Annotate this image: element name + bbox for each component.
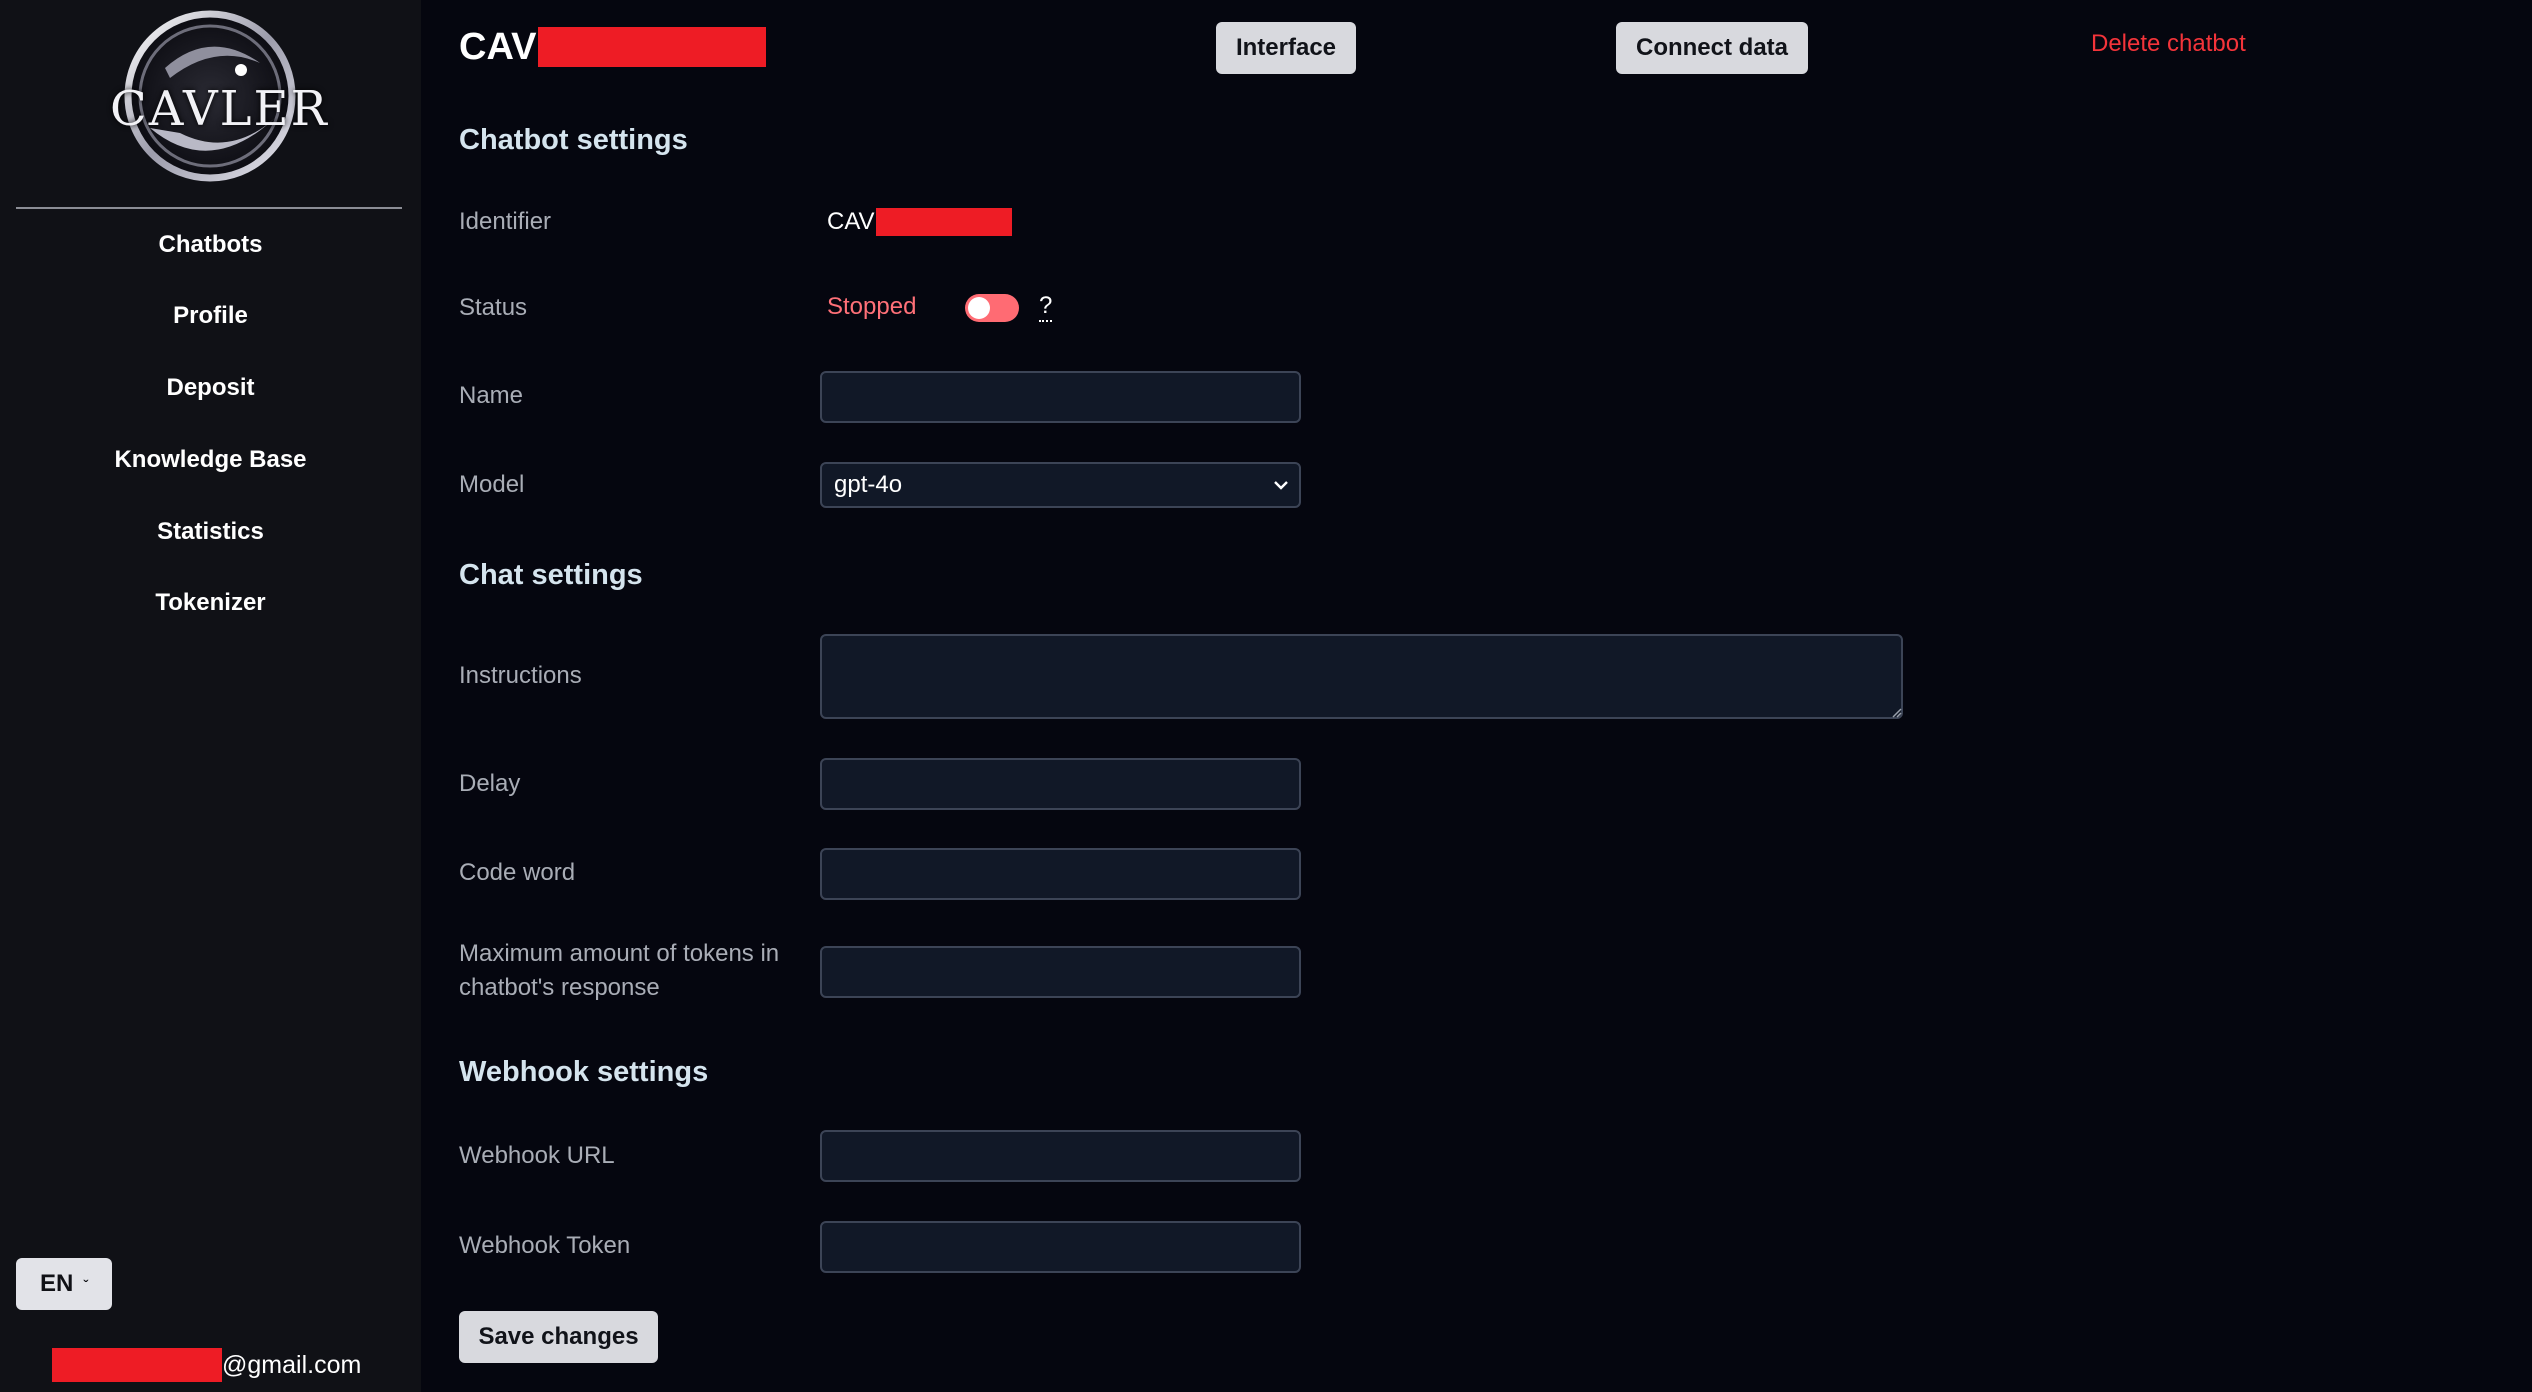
sidebar-item-tokenizer[interactable]: Tokenizer <box>0 579 421 627</box>
page-title-prefix: CAV <box>459 25 537 68</box>
max-tokens-input[interactable] <box>820 946 1301 998</box>
status-toggle[interactable] <box>965 294 1019 322</box>
save-changes-button[interactable]: Save changes <box>459 1311 658 1363</box>
chatbot-settings-title: Chatbot settings <box>459 124 688 156</box>
language-label: EN <box>39 1270 74 1297</box>
chat-settings-title: Chat settings <box>459 559 643 591</box>
sidebar-item-knowledge-base[interactable]: Knowledge Base <box>0 436 421 484</box>
status-help-icon[interactable]: ? <box>1039 292 1053 322</box>
redacted-block <box>875 208 1012 236</box>
user-email-suffix: @gmail.com <box>222 1350 362 1379</box>
sidebar-divider <box>16 207 402 209</box>
sidebar: CAVLER Chatbots Profile Deposit Knowledg… <box>0 0 421 1392</box>
delete-chatbot-link[interactable]: Delete chatbot <box>2091 30 2246 58</box>
max-tokens-label: Maximum amount of tokens in chatbot's re… <box>459 940 780 1001</box>
connect-data-button[interactable]: Connect data <box>1616 22 1808 74</box>
status-label: Status <box>459 294 528 321</box>
name-input[interactable] <box>820 371 1301 423</box>
webhook-token-input[interactable] <box>820 1221 1301 1273</box>
redacted-block <box>52 1348 222 1382</box>
instructions-textarea[interactable] <box>820 634 1903 719</box>
sidebar-item-deposit[interactable]: Deposit <box>0 364 421 412</box>
toggle-knob <box>968 297 990 319</box>
interface-button[interactable]: Interface <box>1216 22 1356 74</box>
identifier-label: Identifier <box>459 208 552 235</box>
redacted-block <box>538 27 767 67</box>
chevron-down-icon <box>1274 481 1288 490</box>
webhook-settings-title: Webhook settings <box>459 1056 709 1088</box>
model-select[interactable]: gpt-4o <box>820 462 1301 508</box>
webhook-url-input[interactable] <box>820 1130 1301 1182</box>
webhook-token-label: Webhook Token <box>459 1232 631 1259</box>
delay-label: Delay <box>459 770 521 797</box>
resize-handle-icon[interactable] <box>1890 706 1902 718</box>
status-value: Stopped <box>827 293 917 320</box>
sidebar-item-statistics[interactable]: Statistics <box>0 508 421 556</box>
name-label: Name <box>459 382 524 409</box>
chevron-down-icon: ˇ <box>83 1277 88 1293</box>
webhook-url-label: Webhook URL <box>459 1142 615 1169</box>
page-title: CAV <box>459 24 767 70</box>
model-label: Model <box>459 471 525 498</box>
code-word-input[interactable] <box>820 848 1301 900</box>
model-select-value: gpt-4o <box>834 471 903 498</box>
logo-text: CAVLER <box>110 81 329 137</box>
user-email: @gmail.com <box>52 1348 361 1382</box>
cavler-logo[interactable]: CAVLER <box>110 8 329 184</box>
delay-input[interactable] <box>820 758 1301 810</box>
identifier-prefix: CAV <box>827 208 875 235</box>
sidebar-item-chatbots[interactable]: Chatbots <box>0 221 421 269</box>
code-word-label: Code word <box>459 859 576 886</box>
identifier-value: CAV <box>827 207 1012 237</box>
main-content: CAV Interface Connect data Delete chatbo… <box>421 0 2532 1392</box>
language-selector[interactable]: EN ˇ <box>16 1258 112 1310</box>
instructions-label: Instructions <box>459 662 582 689</box>
sidebar-item-profile[interactable]: Profile <box>0 292 421 340</box>
